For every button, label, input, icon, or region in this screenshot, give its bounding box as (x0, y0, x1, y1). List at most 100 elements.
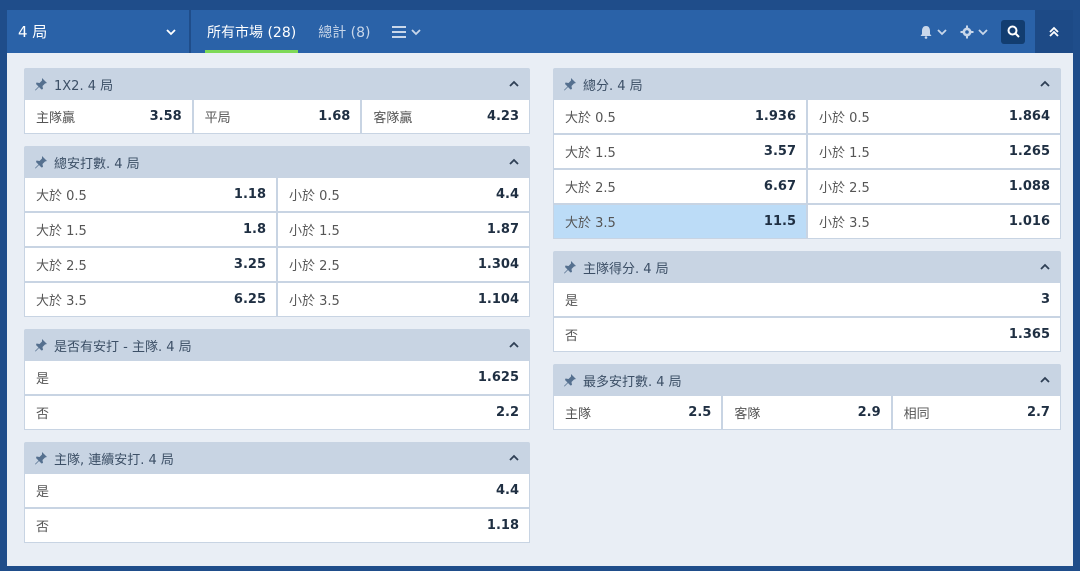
market-header[interactable]: 最多安打數. 4 局 (553, 364, 1061, 396)
pin-icon[interactable] (34, 338, 48, 352)
odds-value: 1.265 (1008, 144, 1050, 159)
chevron-up-icon[interactable] (1039, 261, 1051, 273)
odds-button[interactable]: 大於 1.5 3.57 (554, 135, 806, 168)
outcome-label: 小於 2.5 (289, 259, 340, 274)
market-block: 是否有安打 - 主隊. 4 局是 1.625 否 2.2 (24, 329, 530, 430)
market-title: 最多安打數. 4 局 (583, 374, 682, 390)
chevron-up-icon[interactable] (508, 78, 520, 90)
odds-button[interactable]: 大於 0.5 1.18 (25, 178, 276, 211)
odds-value: 1.304 (477, 257, 519, 272)
market-block: 主隊得分. 4 局是 3 否 1.365 (553, 251, 1061, 352)
chevron-up-icon[interactable] (508, 339, 520, 351)
odds-button[interactable]: 平局 1.68 (193, 100, 361, 133)
chevron-up-icon[interactable] (508, 452, 520, 464)
odds-value: 1.87 (486, 222, 519, 237)
top-bar: 4 局 所有市場 (28) 總計 (8) (7, 10, 1073, 53)
market-header[interactable]: 總分. 4 局 (553, 68, 1061, 100)
odds-value: 3 (1040, 292, 1050, 307)
outcome-row: 大於 3.5 11.5 小於 3.5 1.016 (554, 205, 1060, 238)
odds-button[interactable]: 小於 1.5 1.87 (278, 213, 529, 246)
odds-button[interactable]: 小於 0.5 1.864 (808, 100, 1060, 133)
odds-value: 3.58 (149, 109, 182, 124)
market-header[interactable]: 是否有安打 - 主隊. 4 局 (24, 329, 530, 361)
odds-button[interactable]: 大於 2.5 6.67 (554, 170, 806, 203)
market-header[interactable]: 1X2. 4 局 (24, 68, 530, 100)
odds-button[interactable]: 否 1.18 (25, 509, 529, 542)
market-header[interactable]: 主隊, 連續安打. 4 局 (24, 442, 530, 474)
odds-button[interactable]: 小於 3.5 1.104 (278, 283, 529, 316)
market-title: 主隊, 連續安打. 4 局 (54, 452, 174, 468)
odds-button[interactable]: 是 1.625 (25, 361, 529, 394)
pin-icon[interactable] (34, 451, 48, 465)
odds-value: 1.016 (1008, 214, 1050, 229)
notifications-button[interactable] (919, 25, 948, 39)
market-outcomes: 是 1.625 否 2.2 (24, 361, 530, 430)
odds-button[interactable]: 是 4.4 (25, 474, 529, 507)
outcome-label: 大於 2.5 (565, 181, 616, 196)
outcome-label: 大於 3.5 (565, 216, 616, 231)
period-label: 4 局 (18, 23, 48, 41)
outcome-label: 小於 1.5 (819, 146, 870, 161)
odds-button[interactable]: 客隊贏 4.23 (362, 100, 530, 133)
chevron-up-icon[interactable] (1039, 78, 1051, 90)
market-block: 主隊, 連續安打. 4 局是 4.4 否 1.18 (24, 442, 530, 543)
odds-button[interactable]: 小於 0.5 4.4 (278, 178, 529, 211)
period-dropdown[interactable]: 4 局 (7, 10, 191, 53)
market-block: 總安打數. 4 局大於 0.5 1.18 小於 0.5 4.4 大於 1.5 1.8 小於 … (24, 146, 530, 317)
settings-button[interactable] (960, 25, 989, 39)
outcome-row: 是 4.4 (25, 474, 529, 507)
market-outcomes: 主隊 2.5 客隊 2.9 相同 2.7 (553, 396, 1061, 430)
odds-button[interactable]: 小於 2.5 1.088 (808, 170, 1060, 203)
tab-all-markets[interactable]: 所有市場 (28) (205, 10, 299, 53)
odds-button[interactable]: 否 1.365 (554, 318, 1060, 351)
chevron-up-icon[interactable] (508, 156, 520, 168)
outcome-row: 否 2.2 (25, 396, 529, 429)
search-button[interactable] (1001, 19, 1025, 44)
collapse-all-button[interactable] (1035, 10, 1073, 53)
outcome-label: 客隊 (734, 407, 761, 422)
pin-icon[interactable] (563, 260, 577, 274)
odds-button[interactable]: 主隊贏 3.58 (25, 100, 192, 133)
market-header[interactable]: 總安打數. 4 局 (24, 146, 530, 178)
outcome-row: 大於 0.5 1.936 小於 0.5 1.864 (554, 100, 1060, 133)
odds-button[interactable]: 大於 3.5 6.25 (25, 283, 276, 316)
odds-button[interactable]: 小於 2.5 1.304 (278, 248, 529, 281)
odds-button[interactable]: 大於 3.5 11.5 (554, 205, 806, 238)
list-view-button[interactable] (390, 10, 424, 53)
odds-value: 3.57 (763, 144, 796, 159)
outcome-row: 主隊贏 3.58 平局 1.68 客隊贏 4.23 (25, 100, 530, 133)
odds-value: 6.67 (763, 179, 796, 194)
odds-button[interactable]: 主隊 2.5 (554, 396, 722, 429)
search-icon (1007, 25, 1020, 38)
odds-button[interactable]: 小於 1.5 1.265 (808, 135, 1060, 168)
market-block: 最多安打數. 4 局主隊 2.5 客隊 2.9 相同 2.7 (553, 364, 1061, 430)
odds-button[interactable]: 相同 2.7 (892, 396, 1060, 429)
pin-icon[interactable] (34, 77, 48, 91)
odds-button[interactable]: 大於 2.5 3.25 (25, 248, 276, 281)
odds-value: 3.25 (233, 257, 266, 272)
tab-label: 所有市場 (28) (207, 24, 297, 41)
odds-button[interactable]: 客隊 2.9 (723, 396, 891, 429)
odds-button[interactable]: 小於 3.5 1.016 (808, 205, 1060, 238)
pin-icon[interactable] (563, 373, 577, 387)
app-frame: 4 局 所有市場 (28) 總計 (8) 1X2. 4 局 主隊贏 3.58 平… (0, 0, 1080, 571)
market-header[interactable]: 主隊得分. 4 局 (553, 251, 1061, 283)
odds-button[interactable]: 大於 1.5 1.8 (25, 213, 276, 246)
outcome-row: 大於 1.5 3.57 小於 1.5 1.265 (554, 135, 1060, 168)
market-title: 1X2. 4 局 (54, 78, 114, 94)
odds-button[interactable]: 是3 (554, 283, 1060, 316)
tab-totals[interactable]: 總計 (8) (316, 10, 372, 53)
chevron-up-icon[interactable] (1039, 374, 1051, 386)
chevron-down-icon (978, 28, 988, 35)
markets-left-column: 1X2. 4 局主隊贏 3.58 平局 1.68 客隊贏 4.23 總安打數. 4 局大於 … (24, 68, 530, 555)
outcome-label: 大於 0.5 (565, 111, 616, 126)
odds-value: 1.088 (1008, 179, 1050, 194)
pin-icon[interactable] (563, 77, 577, 91)
odds-button[interactable]: 大於 0.5 1.936 (554, 100, 806, 133)
odds-button[interactable]: 否 2.2 (25, 396, 529, 429)
market-title: 是否有安打 - 主隊. 4 局 (54, 339, 192, 355)
outcome-label: 是 (565, 294, 579, 309)
odds-value: 1.104 (477, 292, 519, 307)
outcome-label: 小於 3.5 (819, 216, 870, 231)
pin-icon[interactable] (34, 155, 48, 169)
